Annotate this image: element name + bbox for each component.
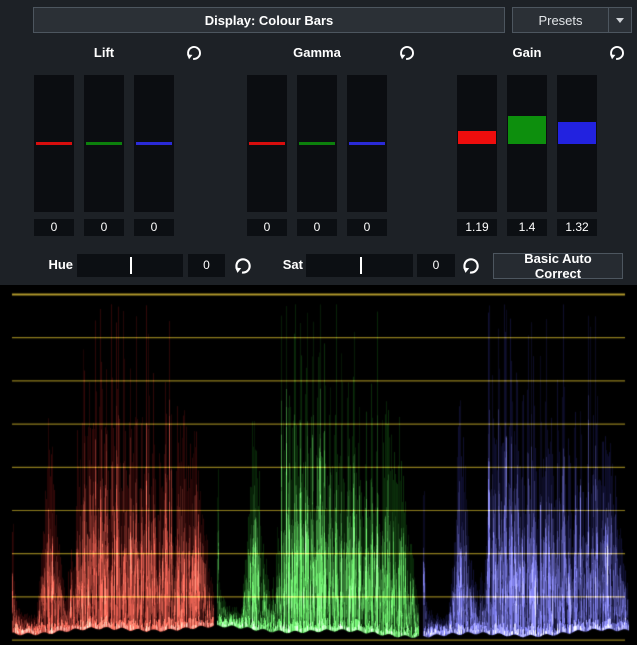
lift-blue-slider[interactable] (134, 75, 174, 212)
sat-slider-handle[interactable] (360, 257, 362, 274)
slider-handle[interactable] (86, 142, 122, 145)
gamma-section-title: Gamma (247, 45, 387, 61)
slider-handle[interactable] (349, 142, 385, 145)
gamma-green-value[interactable]: 0 (297, 219, 337, 236)
slider-handle[interactable] (458, 131, 496, 144)
presets-label: Presets (513, 8, 608, 32)
slider-handle[interactable] (249, 142, 285, 145)
lift-green-value[interactable]: 0 (84, 219, 124, 236)
rgb-parade-waveform-scope (0, 285, 637, 645)
lift-red-value[interactable]: 0 (34, 219, 74, 236)
hue-label: Hue (38, 257, 73, 273)
gain-section-title: Gain (457, 45, 597, 61)
display-mode-button[interactable]: Display: Colour Bars (33, 7, 505, 33)
sat-label: Sat (272, 257, 303, 273)
slider-handle[interactable] (136, 142, 172, 145)
gamma-blue-slider[interactable] (347, 75, 387, 212)
lift-reset-icon[interactable] (185, 44, 203, 62)
chevron-down-icon[interactable] (608, 8, 631, 32)
gain-red-slider[interactable] (457, 75, 497, 212)
hue-slider-handle[interactable] (130, 257, 132, 274)
gamma-reset-icon[interactable] (398, 44, 416, 62)
gain-green-value[interactable]: 1.4 (507, 219, 547, 236)
gain-blue-slider[interactable] (557, 75, 597, 212)
gain-reset-icon[interactable] (608, 44, 626, 62)
hue-value[interactable]: 0 (188, 254, 225, 277)
sat-slider[interactable] (306, 254, 413, 277)
sat-reset-icon[interactable] (461, 256, 481, 276)
colour-correction-window: Display: Colour Bars Presets Lift 0 0 0 … (0, 0, 637, 645)
gain-blue-value[interactable]: 1.32 (557, 219, 597, 236)
gain-green-slider[interactable] (507, 75, 547, 212)
hue-slider[interactable] (77, 254, 183, 277)
presets-dropdown[interactable]: Presets (512, 7, 632, 33)
hue-reset-icon[interactable] (233, 256, 253, 276)
gain-red-value[interactable]: 1.19 (457, 219, 497, 236)
slider-handle[interactable] (508, 116, 546, 144)
lift-blue-value[interactable]: 0 (134, 219, 174, 236)
slider-handle[interactable] (558, 122, 596, 144)
gamma-green-slider[interactable] (297, 75, 337, 212)
gamma-red-slider[interactable] (247, 75, 287, 212)
slider-handle[interactable] (299, 142, 335, 145)
colour-correction-panel: Display: Colour Bars Presets Lift 0 0 0 … (0, 0, 637, 285)
gamma-red-value[interactable]: 0 (247, 219, 287, 236)
lift-section-title: Lift (34, 45, 174, 61)
slider-handle[interactable] (36, 142, 72, 145)
lift-red-slider[interactable] (34, 75, 74, 212)
gamma-blue-value[interactable]: 0 (347, 219, 387, 236)
basic-auto-correct-button[interactable]: Basic Auto Correct (493, 253, 623, 279)
sat-value[interactable]: 0 (417, 254, 455, 277)
lift-green-slider[interactable] (84, 75, 124, 212)
